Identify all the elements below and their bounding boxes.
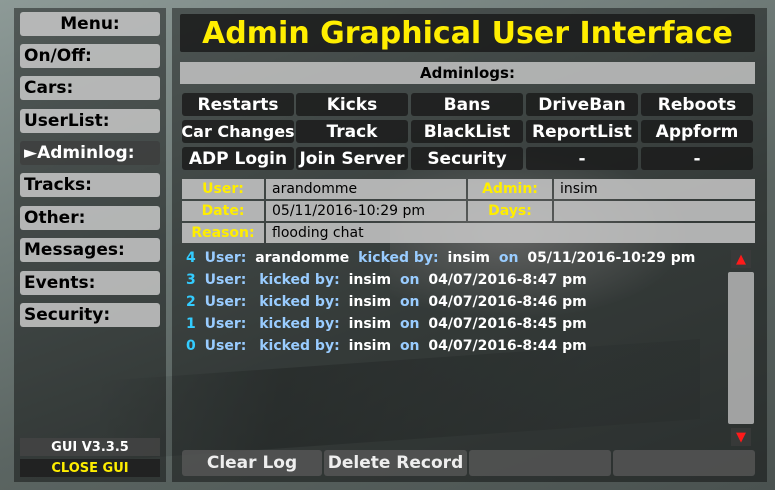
log-on: on <box>399 316 420 332</box>
admin-label: Admin: <box>468 179 552 199</box>
menu-item-userlist[interactable]: UserList: <box>20 109 160 133</box>
menu-item-cars[interactable]: Cars: <box>20 76 160 100</box>
log-date: 04/07/2016-8:45 pm <box>428 316 587 332</box>
log-admin: insim <box>348 338 392 354</box>
menu-item-security[interactable]: Security: <box>20 303 160 327</box>
log-date: 04/07/2016-8:44 pm <box>428 338 587 354</box>
log-admin: insim <box>348 272 392 288</box>
log-row[interactable]: 3 User: kicked by: insim on 04/07/2016-8… <box>186 272 591 288</box>
log-admin: insim <box>348 294 392 310</box>
log-row[interactable]: 1 User: kicked by: insim on 04/07/2016-8… <box>186 316 591 332</box>
menu-item-adminlog[interactable]: ►Adminlog: <box>20 141 160 165</box>
days-label: Days: <box>468 201 552 221</box>
cat-adp-login[interactable]: ADP Login <box>182 147 294 170</box>
log-action: kicked by: <box>358 250 439 266</box>
cat-blacklist[interactable]: BlackList <box>411 120 523 143</box>
log-list: 4 User: arandomme kicked by: insim on 05… <box>180 244 725 446</box>
cat-car-changes[interactable]: Car Changes <box>182 120 294 143</box>
cat-driveban[interactable]: DriveBan <box>526 93 638 116</box>
cat-empty-2[interactable]: - <box>641 147 753 170</box>
cat-security[interactable]: Security <box>411 147 523 170</box>
log-on: on <box>498 250 519 266</box>
menu-item-events[interactable]: Events: <box>20 271 160 295</box>
log-number: 1 <box>186 316 196 332</box>
admin-value: insim <box>554 179 755 199</box>
log-on: on <box>399 272 420 288</box>
log-row[interactable]: 2 User: kicked by: insim on 04/07/2016-8… <box>186 294 591 310</box>
cat-track[interactable]: Track <box>296 120 408 143</box>
log-row[interactable]: 4 User: arandomme kicked by: insim on 05… <box>186 250 699 266</box>
scroll-track[interactable] <box>728 272 754 424</box>
log-action: kicked by: <box>259 272 340 288</box>
cat-appform[interactable]: Appform <box>641 120 753 143</box>
bottom-empty-1[interactable] <box>469 450 611 476</box>
menu-item-messages[interactable]: Messages: <box>20 238 160 262</box>
cat-join-server[interactable]: Join Server <box>296 147 408 170</box>
log-action: kicked by: <box>259 294 340 310</box>
scroll-down-icon[interactable]: ▼ <box>731 428 751 446</box>
log-row[interactable]: 0 User: kicked by: insim on 04/07/2016-8… <box>186 338 591 354</box>
log-on: on <box>399 338 420 354</box>
menu-item-other[interactable]: Other: <box>20 206 160 230</box>
log-user-label: User: <box>204 250 247 266</box>
page-title: Admin Graphical User Interface <box>180 14 755 52</box>
days-value <box>554 201 755 221</box>
log-date: 04/07/2016-8:46 pm <box>428 294 587 310</box>
cat-reportlist[interactable]: ReportList <box>526 120 638 143</box>
date-value: 05/11/2016-10:29 pm <box>266 201 466 221</box>
cat-kicks[interactable]: Kicks <box>296 93 408 116</box>
log-admin: insim <box>348 316 392 332</box>
log-on: on <box>399 294 420 310</box>
scroll-up-icon[interactable]: ▲ <box>731 250 751 268</box>
log-number: 2 <box>186 294 196 310</box>
cat-restarts[interactable]: Restarts <box>182 93 294 116</box>
log-number: 0 <box>186 338 196 354</box>
date-label: Date: <box>182 201 264 221</box>
clear-log-button[interactable]: Clear Log <box>182 450 322 476</box>
log-user-label: User: <box>204 316 247 332</box>
cat-empty-1[interactable]: - <box>526 147 638 170</box>
user-label: User: <box>182 179 264 199</box>
user-value: arandomme <box>266 179 466 199</box>
log-admin: insim <box>447 250 491 266</box>
menu-item-tracks[interactable]: Tracks: <box>20 173 160 197</box>
bottom-empty-2[interactable] <box>613 450 755 476</box>
log-user: arandomme <box>255 250 350 266</box>
menu-item-onoff[interactable]: On/Off: <box>20 44 160 68</box>
section-title: Adminlogs: <box>180 62 755 84</box>
gui-version: GUI V3.3.5 <box>20 438 160 456</box>
reason-label: Reason: <box>182 223 264 243</box>
delete-record-button[interactable]: Delete Record <box>324 450 467 476</box>
log-date: 05/11/2016-10:29 pm <box>527 250 696 266</box>
log-user-label: User: <box>204 294 247 310</box>
log-user-label: User: <box>204 338 247 354</box>
menu-title: Menu: <box>20 12 160 36</box>
close-gui-button[interactable]: CLOSE GUI <box>20 459 160 477</box>
log-number: 4 <box>186 250 196 266</box>
log-number: 3 <box>186 272 196 288</box>
log-action: kicked by: <box>259 338 340 354</box>
cat-reboots[interactable]: Reboots <box>641 93 753 116</box>
log-action: kicked by: <box>259 316 340 332</box>
cat-bans[interactable]: Bans <box>411 93 523 116</box>
log-date: 04/07/2016-8:47 pm <box>428 272 587 288</box>
log-user-label: User: <box>204 272 247 288</box>
reason-value: flooding chat <box>266 223 755 243</box>
